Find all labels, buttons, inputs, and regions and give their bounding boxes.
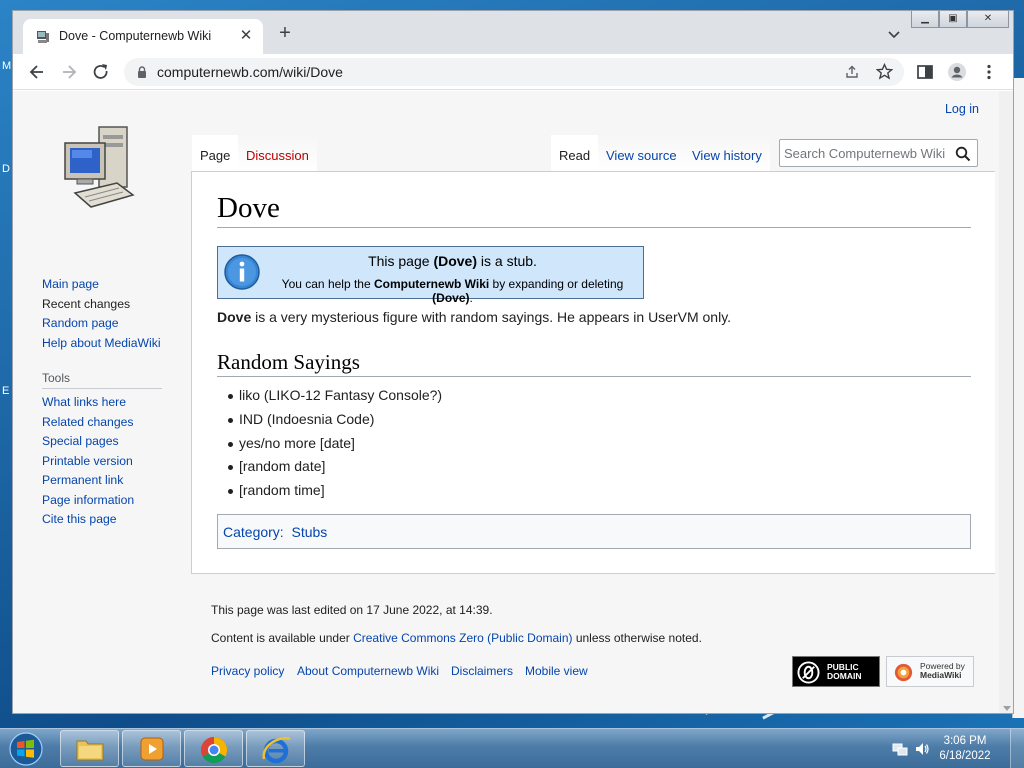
reload-icon[interactable] [91, 62, 111, 82]
side-panel-icon[interactable] [915, 62, 935, 82]
search-icon[interactable] [955, 146, 971, 162]
tab-close-icon[interactable]: ✕ [237, 27, 255, 45]
list-item: IND (Indoesnia Code) [217, 408, 442, 432]
taskbar-explorer-button[interactable] [60, 730, 119, 767]
intro-paragraph: Dove is a very mysterious figure with ra… [217, 309, 732, 325]
privacy-policy-link[interactable]: Privacy policy [211, 664, 284, 678]
kebab-menu-icon[interactable] [979, 62, 999, 82]
browser-tab[interactable]: Dove - Computernewb Wiki ✕ [23, 19, 263, 54]
taskbar: 3:06 PM 6/18/2022 [0, 728, 1024, 768]
list-item: yes/no more [date] [217, 432, 442, 456]
tab-title: Dove - Computernewb Wiki [59, 29, 212, 43]
computer-logo-icon[interactable] [59, 125, 143, 215]
bookmark-star-icon[interactable] [876, 63, 893, 80]
window-controls: ▁ ▣ ✕ [911, 11, 1009, 29]
lock-icon [138, 66, 146, 78]
sidebar-tools: What links here Related changes Special … [42, 393, 134, 530]
mediawiki-flower-icon [894, 663, 913, 682]
tools-item-what-links-here[interactable]: What links here [42, 393, 134, 413]
public-domain-icon [797, 661, 820, 684]
tools-item-cite-this-page[interactable]: Cite this page [42, 510, 134, 530]
tab-search-chevron-icon[interactable] [886, 26, 902, 42]
tab-strip: Dove - Computernewb Wiki ✕ + ▁ ▣ ✕ [13, 11, 1013, 54]
list-item: liko (LIKO-12 Fantasy Console?) [217, 384, 442, 408]
section-heading: Random Sayings [217, 350, 971, 377]
chrome-icon [200, 736, 228, 764]
category-box: Category: Stubs [217, 514, 971, 549]
close-window-icon[interactable]: ✕ [967, 11, 1009, 28]
wiki-search-box [779, 139, 978, 167]
category-label-link[interactable]: Category: [223, 524, 284, 540]
share-icon[interactable] [844, 64, 860, 80]
license-link[interactable]: Creative Commons Zero (Public Domain) [353, 631, 572, 645]
tab-read[interactable]: Read [551, 135, 599, 171]
taskbar-media-player-button[interactable] [122, 730, 181, 767]
category-stubs-link[interactable]: Stubs [291, 524, 327, 540]
back-arrow-icon[interactable] [27, 62, 47, 82]
tools-item-printable-version[interactable]: Printable version [42, 452, 134, 472]
tab-discussion[interactable]: Discussion [238, 135, 317, 171]
browser-window: Dove - Computernewb Wiki ✕ + ▁ ▣ ✕ compu… [12, 10, 1014, 714]
minimize-icon[interactable]: ▁ [911, 11, 939, 28]
maximize-icon[interactable]: ▣ [939, 11, 967, 28]
login-link[interactable]: Log in [945, 102, 979, 116]
tools-item-page-information[interactable]: Page information [42, 491, 134, 511]
content-area: Dove This page (Dove) is a stub. You can… [191, 171, 995, 574]
profile-avatar-icon[interactable] [947, 62, 967, 82]
tools-heading: Tools [42, 371, 162, 389]
taskbar-chrome-button[interactable] [184, 730, 243, 767]
stub-line-1: This page (Dove) is a stub. [368, 253, 537, 269]
sidebar-navigation: Main page Recent changes Random page Hel… [42, 275, 161, 353]
sidebar-item-random-page[interactable]: Random page [42, 314, 161, 334]
clock-date: 6/18/2022 [939, 750, 991, 762]
show-desktop-button[interactable] [1010, 729, 1024, 768]
tools-item-related-changes[interactable]: Related changes [42, 413, 134, 433]
last-edited: This page was last edited on 17 June 202… [211, 603, 493, 617]
tab-view-history[interactable]: View history [684, 135, 770, 171]
forward-arrow-icon[interactable] [59, 62, 79, 82]
taskbar-ie-button[interactable] [246, 730, 305, 767]
page-scrollbar[interactable] [999, 91, 1013, 713]
clock-time: 3:06 PM [943, 735, 987, 747]
license-line: Content is available under Creative Comm… [211, 631, 702, 645]
system-clock[interactable]: 3:06 PM 6/18/2022 [930, 734, 1000, 764]
public-domain-badge[interactable]: PUBLIC DOMAIN [792, 656, 880, 687]
page-title: Dove [217, 192, 971, 228]
mobile-view-link[interactable]: Mobile view [525, 664, 588, 678]
tools-item-permanent-link[interactable]: Permanent link [42, 471, 134, 491]
list-item: [random date] [217, 455, 442, 479]
tab-view-source[interactable]: View source [598, 135, 685, 171]
new-tab-plus-icon[interactable]: + [275, 23, 295, 44]
about-link[interactable]: About Computernewb Wiki [297, 664, 439, 678]
disclaimers-link[interactable]: Disclaimers [451, 664, 513, 678]
sayings-list: liko (LIKO-12 Fantasy Console?) IND (Ind… [217, 384, 442, 503]
list-item: [random time] [217, 479, 442, 503]
stub-line-2: You can help the Computernewb Wiki by ex… [281, 277, 624, 305]
volume-icon[interactable] [914, 741, 930, 757]
wiki-page: Log in Main page Recent changes Random p… [13, 91, 1013, 713]
folder-icon [76, 740, 104, 761]
address-bar[interactable]: computernewb.com/wiki/Dove [124, 58, 904, 86]
url-text: computernewb.com/wiki/Dove [157, 64, 343, 80]
tab-page[interactable]: Page [192, 135, 239, 171]
sidebar-item-recent-changes[interactable]: Recent changes [42, 295, 161, 315]
media-player-icon [140, 737, 164, 761]
wiki-favicon-icon [37, 31, 49, 43]
sidebar-item-help[interactable]: Help about MediaWiki [42, 334, 161, 354]
sidebar-item-main-page[interactable]: Main page [42, 275, 161, 295]
network-icon[interactable] [892, 741, 908, 757]
tools-item-special-pages[interactable]: Special pages [42, 432, 134, 452]
start-button-icon[interactable] [4, 730, 48, 768]
powered-by-mediawiki-badge[interactable]: Powered by MediaWiki [886, 656, 974, 687]
stub-notice: This page (Dove) is a stub. You can help… [217, 246, 644, 305]
internet-explorer-icon [262, 736, 291, 764]
search-input[interactable] [784, 143, 952, 163]
scroll-down-icon[interactable] [1003, 706, 1011, 711]
browser-toolbar: computernewb.com/wiki/Dove [13, 54, 1013, 90]
